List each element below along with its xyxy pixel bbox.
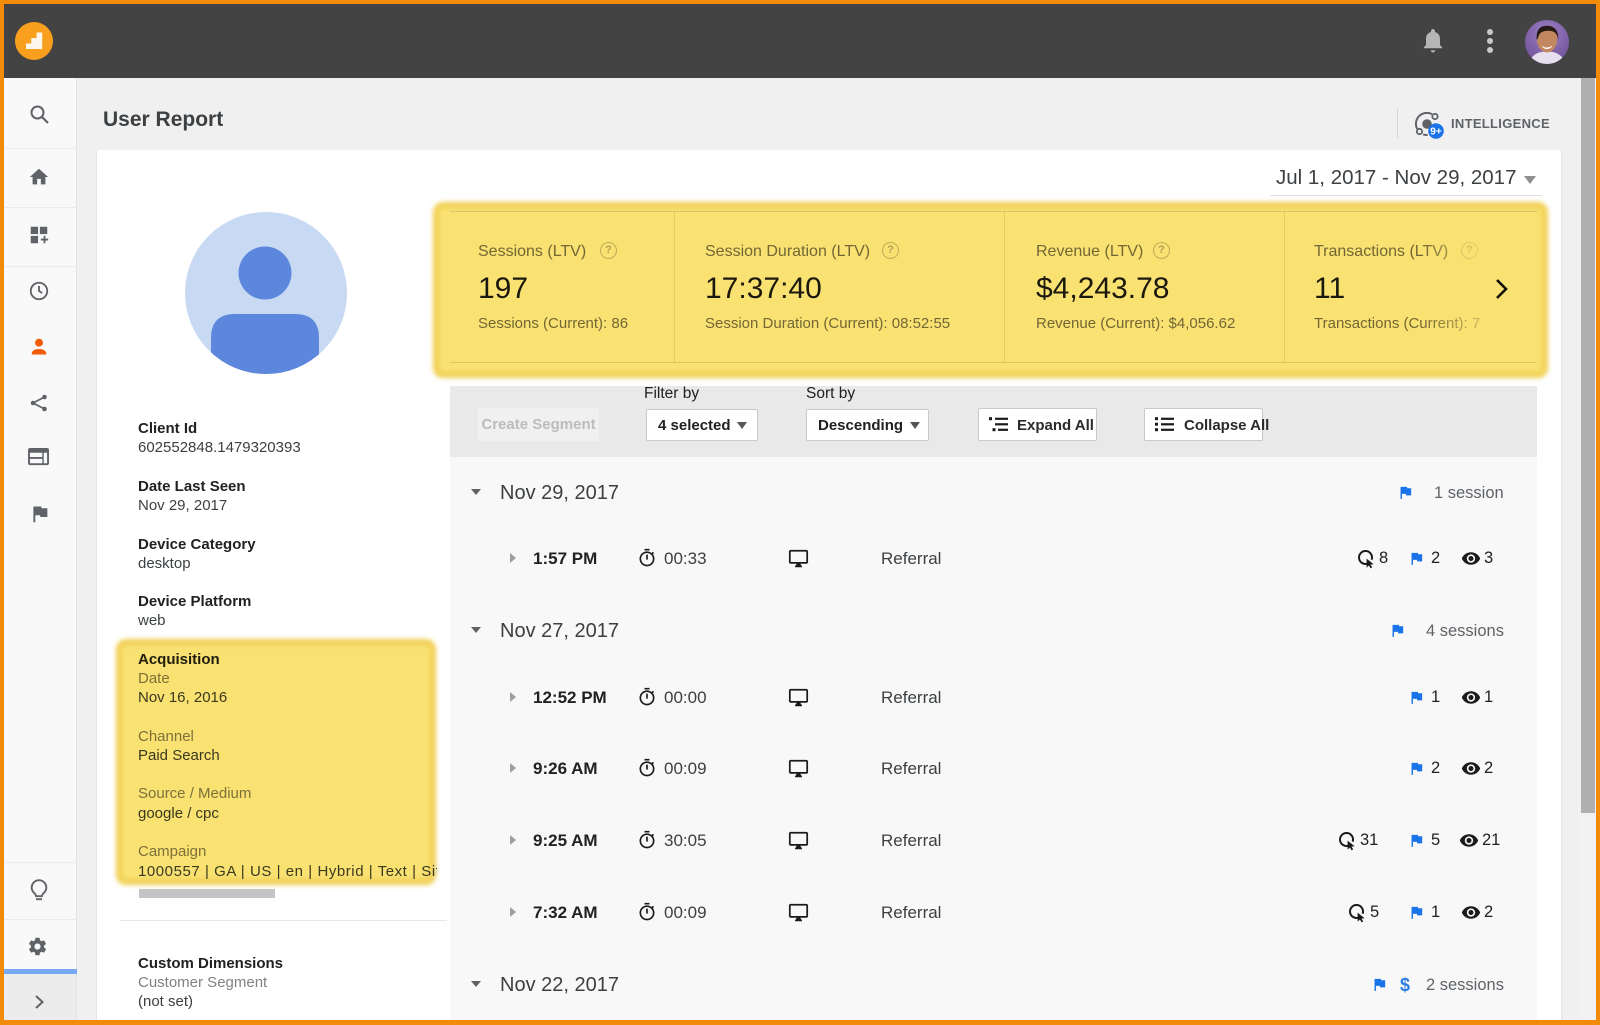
- svg-text:9+: 9+: [1430, 127, 1442, 138]
